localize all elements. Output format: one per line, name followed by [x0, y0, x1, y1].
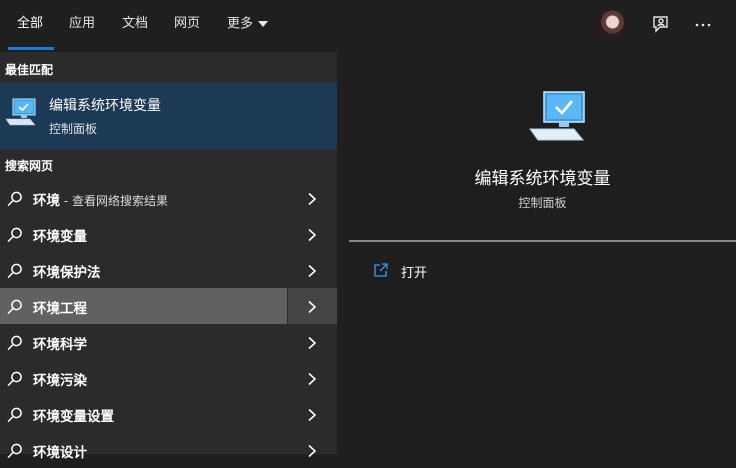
tab-more[interactable]: 更多 — [227, 0, 269, 52]
best-match-item[interactable]: 编辑系统环境变量 控制面板 — [0, 83, 337, 149]
chevron-right-icon — [306, 299, 318, 318]
web-result-expand[interactable] — [288, 324, 337, 360]
web-result-expand[interactable] — [288, 216, 337, 252]
best-match-header: 最佳匹配 — [5, 63, 54, 77]
web-result-expand[interactable] — [288, 432, 337, 468]
system-settings-icon — [4, 97, 38, 133]
search-icon — [6, 370, 24, 392]
search-icon — [6, 190, 24, 212]
web-result-expand[interactable] — [288, 180, 337, 216]
web-result-row[interactable]: 环境保护法 — [0, 252, 337, 288]
web-result-expand[interactable] — [288, 288, 337, 324]
tab-all[interactable]: 全部 — [17, 0, 43, 52]
web-result-row[interactable]: 环境科学 — [0, 324, 337, 360]
web-result-query: 环境科学 — [33, 337, 87, 353]
web-result-label: 环境保护法 — [33, 261, 101, 281]
feedback-icon[interactable] — [650, 14, 672, 36]
web-result-query: 环境工程 — [33, 301, 87, 317]
web-result-row[interactable]: 环境变量 — [0, 216, 337, 252]
web-result-query: 环境保护法 — [33, 265, 101, 281]
search-icon — [6, 262, 24, 284]
chevron-right-icon — [306, 335, 318, 354]
divider — [349, 240, 736, 242]
web-result-expand[interactable] — [288, 360, 337, 396]
tab-apps[interactable]: 应用 — [69, 0, 95, 52]
chevron-down-icon — [258, 0, 269, 48]
tab-label: 应用 — [69, 16, 96, 31]
web-result-label: 环境变量设置 — [33, 405, 114, 425]
web-result-label: 环境设计 — [33, 441, 87, 461]
web-result-main[interactable]: 环境变量设置 — [0, 396, 287, 432]
web-result-main[interactable]: 环境设计 — [0, 432, 287, 468]
web-result-label: 环境变量 — [33, 225, 87, 245]
top-bar: 全部 应用 文档 网页 更多 — [0, 0, 736, 52]
best-match-subtitle: 控制面板 — [49, 122, 98, 136]
tab-documents[interactable]: 文档 — [122, 0, 148, 52]
best-match-title: 编辑系统环境变量 — [49, 98, 161, 114]
open-icon — [373, 262, 389, 282]
chevron-right-icon — [306, 371, 318, 390]
web-result-expand[interactable] — [288, 252, 337, 288]
web-result-row[interactable]: 环境 - 查看网络搜索结果 — [0, 180, 337, 216]
web-result-label: 环境污染 — [33, 369, 87, 389]
web-result-main[interactable]: 环境污染 — [0, 360, 287, 396]
web-result-query: 环境污染 — [33, 373, 87, 389]
chevron-right-icon — [306, 263, 318, 282]
web-result-main[interactable]: 环境 - 查看网络搜索结果 — [0, 180, 287, 216]
web-result-main[interactable]: 环境工程 — [0, 288, 287, 324]
search-icon — [6, 334, 24, 356]
active-tab-indicator — [8, 47, 54, 50]
web-result-label: 环境工程 — [33, 297, 87, 317]
web-result-row[interactable]: 环境变量设置 — [0, 396, 337, 432]
web-result-main[interactable]: 环境科学 — [0, 324, 287, 360]
detail-title: 编辑系统环境变量 — [474, 169, 611, 189]
tab-label: 全部 — [17, 16, 44, 31]
chevron-right-icon — [306, 407, 318, 426]
results-list: 最佳匹配 编辑系统环境变量 控制面板 搜索网页 环境 - 查看网络搜索结果环境变… — [0, 52, 337, 461]
web-result-query: 环境 — [33, 193, 60, 209]
web-result-expand[interactable] — [288, 396, 337, 432]
system-settings-icon — [528, 90, 588, 150]
web-result-row[interactable]: 环境工程 — [0, 288, 337, 324]
web-result-query: 环境设计 — [33, 445, 87, 461]
chevron-right-icon — [306, 443, 318, 462]
detail-pane: 编辑系统环境变量 控制面板 打开 — [349, 64, 736, 454]
web-result-main[interactable]: 环境保护法 — [0, 252, 287, 288]
open-action[interactable]: 打开 — [369, 260, 569, 284]
web-result-query: 环境变量 — [33, 229, 87, 245]
search-icon — [6, 406, 24, 428]
tab-web[interactable]: 网页 — [174, 0, 200, 52]
web-result-main[interactable]: 环境变量 — [0, 216, 287, 252]
web-result-row[interactable]: 环境设计 — [0, 432, 337, 468]
tab-label: 更多 — [227, 16, 254, 32]
web-result-query: 环境变量设置 — [33, 409, 114, 425]
search-icon — [6, 442, 24, 464]
detail-subtitle: 控制面板 — [518, 196, 567, 210]
search-icon — [6, 298, 24, 320]
tab-label: 网页 — [174, 16, 201, 31]
web-result-suffix: - 查看网络搜索结果 — [60, 194, 168, 208]
web-result-row[interactable]: 环境污染 — [0, 360, 337, 396]
chevron-right-icon — [306, 227, 318, 246]
web-result-label: 环境科学 — [33, 333, 87, 353]
chevron-right-icon — [306, 191, 318, 210]
web-search-header: 搜索网页 — [5, 159, 54, 173]
more-options-icon[interactable] — [692, 14, 714, 36]
tab-label: 文档 — [122, 16, 149, 31]
avatar[interactable] — [596, 10, 626, 40]
open-action-label: 打开 — [401, 266, 428, 281]
search-icon — [6, 226, 24, 248]
web-result-label: 环境 - 查看网络搜索结果 — [33, 189, 168, 209]
